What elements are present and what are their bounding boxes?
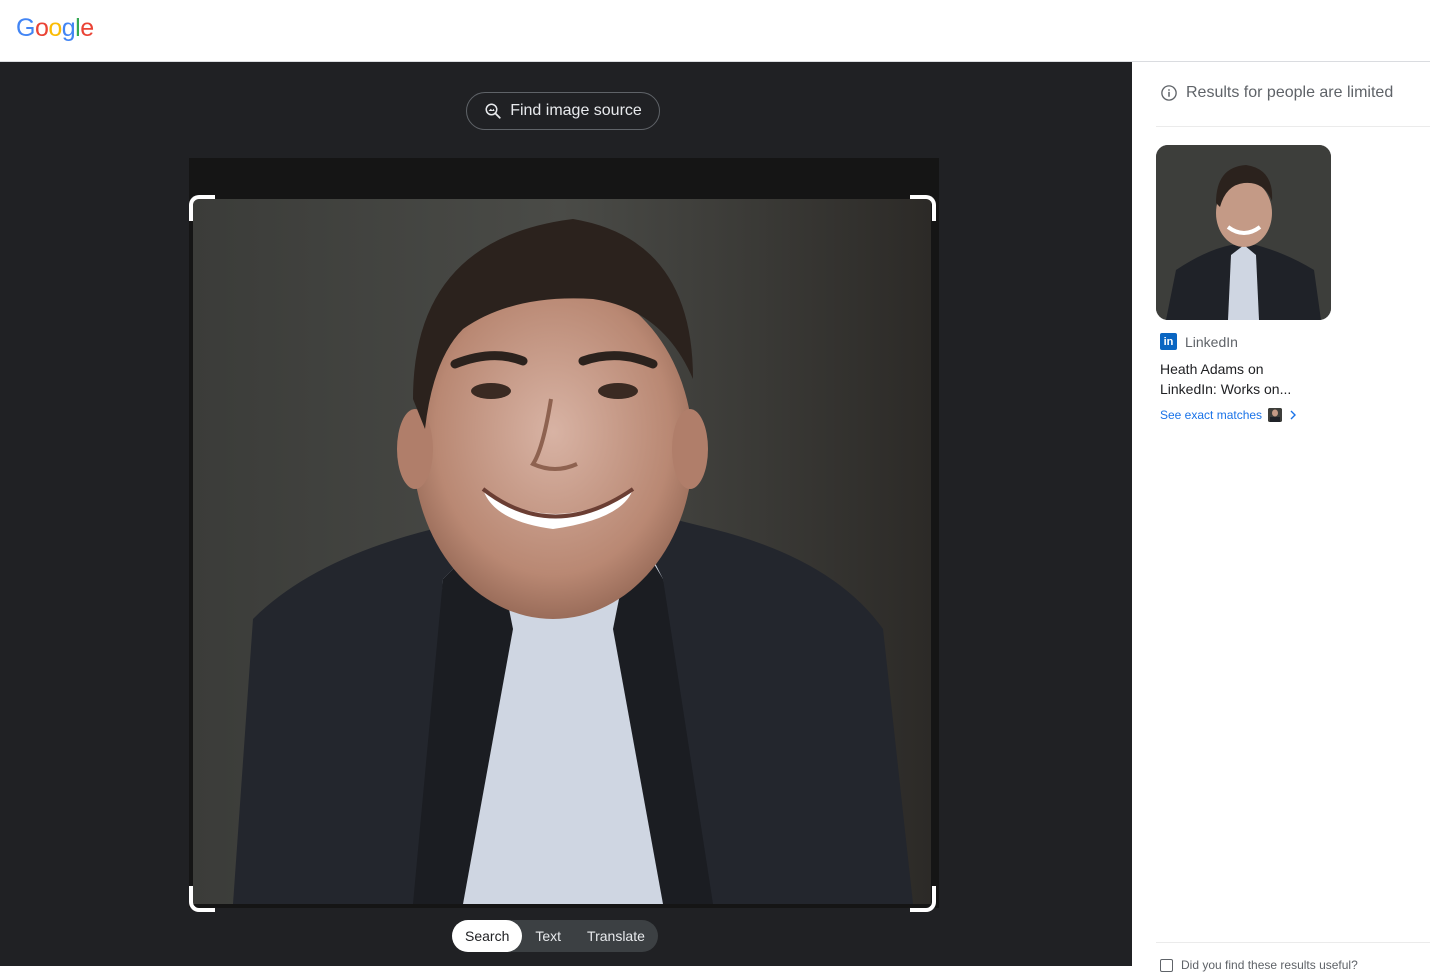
linkedin-icon: in [1160, 333, 1177, 350]
result-thumbnail[interactable] [1156, 145, 1331, 320]
find-image-source-button[interactable]: Find image source [466, 92, 660, 130]
logo-letter: G [16, 14, 35, 42]
exact-matches-label: See exact matches [1160, 408, 1263, 422]
crop-handle-bottom-right[interactable] [910, 886, 936, 912]
result-thumbnail-image [1156, 145, 1331, 320]
crop-handle-bottom-left[interactable] [189, 886, 215, 912]
exact-match-thumbnail [1268, 408, 1283, 422]
top-bar: Google [0, 0, 1430, 62]
feedback-text: Did you find these results useful? [1181, 958, 1358, 972]
chevron-right-icon [1290, 410, 1297, 420]
people-results-notice: Results for people are limited [1160, 84, 1393, 102]
see-exact-matches-link[interactable]: See exact matches [1160, 408, 1298, 422]
tab-translate[interactable]: Translate [574, 920, 658, 952]
find-image-source-label: Find image source [510, 102, 642, 119]
result-title-link[interactable]: Heath Adams on LinkedIn: Works on... [1160, 359, 1320, 399]
divider [1156, 126, 1430, 127]
tab-search[interactable]: Search [452, 920, 523, 952]
crop-handle-top-right[interactable] [910, 195, 936, 221]
logo-letter: e [80, 14, 94, 42]
logo-letter: g [61, 14, 76, 42]
divider [1156, 942, 1430, 943]
result-source[interactable]: in LinkedIn [1160, 333, 1238, 350]
feedback-icon[interactable] [1160, 958, 1173, 972]
person-portrait-image [193, 199, 931, 904]
uploaded-image [189, 158, 939, 908]
feedback-prompt: Did you find these results useful? [1160, 958, 1358, 972]
logo-letter: o [34, 14, 49, 42]
source-name: LinkedIn [1185, 333, 1238, 350]
lens-image-panel: Find image source Search Text Translate [0, 62, 1132, 966]
tab-text[interactable]: Text [522, 920, 574, 952]
lens-mode-tabs: Search Text Translate [452, 920, 658, 952]
google-logo[interactable]: Google [16, 14, 94, 43]
portrait-photo [193, 199, 931, 904]
notice-text: Results for people are limited [1186, 84, 1394, 101]
image-search-icon [485, 103, 501, 119]
info-icon[interactable] [1160, 84, 1178, 102]
crop-handle-top-left[interactable] [189, 195, 215, 221]
results-panel: Results for people are limited in Linked… [1132, 62, 1430, 972]
logo-letter: o [48, 14, 62, 42]
